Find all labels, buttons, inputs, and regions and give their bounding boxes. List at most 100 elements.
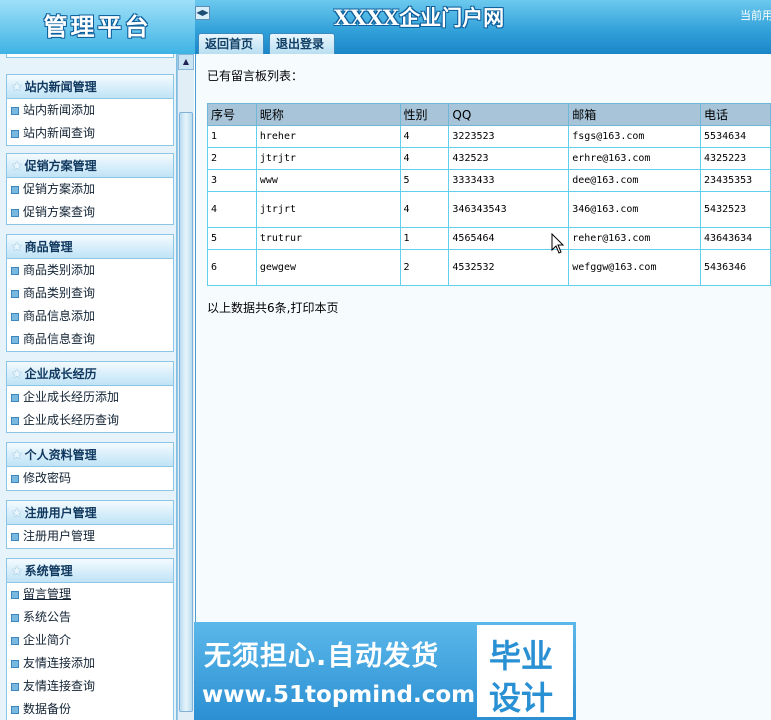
sidebar-item-messages[interactable]: 留言管理 <box>7 583 173 606</box>
print-page-link[interactable]: 打印本页 <box>290 301 338 315</box>
table-cell: 5 <box>399 169 450 192</box>
table-cell: jtrjtr <box>255 147 401 170</box>
star-icon: ★ <box>11 506 23 521</box>
sidebar-group-header[interactable]: ★ 企业成长经历 <box>7 362 173 386</box>
sidebar-group-news: ★ 站内新闻管理 站内新闻添加 站内新闻查询 <box>6 74 174 146</box>
table-cell: 4 <box>399 147 450 170</box>
column-header: 邮箱 <box>568 103 702 126</box>
bullet-icon <box>11 209 19 217</box>
sidebar-scrollbar[interactable]: ▲ <box>177 54 194 720</box>
table-cell: 4 <box>399 191 450 228</box>
table-cell: www <box>255 169 401 192</box>
sidebar-item-promotion-query[interactable]: 促销方案查询 <box>7 201 173 224</box>
watermark-slogan: 无须担心.自动发货 <box>204 641 440 672</box>
sidebar-item-product-add[interactable]: 商品信息添加 <box>7 305 173 328</box>
table-cell: 4325223 <box>700 147 771 170</box>
sidebar-item-category-add[interactable]: 商品类别添加 <box>7 259 173 282</box>
table-cell: 5432523 <box>700 191 771 228</box>
sidebar-group-system: ★ 系统管理 留言管理 系统公告 企业简介 友情连接添加 友情连接查询 数据备份 <box>6 558 174 720</box>
table-cell: 5534634 <box>700 125 771 148</box>
table-cell: hreher <box>255 125 401 148</box>
column-header: 序号 <box>207 103 257 126</box>
star-icon: ★ <box>11 80 23 95</box>
sidebar-group-users: ★ 注册用户管理 注册用户管理 <box>6 500 174 549</box>
table-cell: reher@163.com <box>568 227 702 250</box>
tab-logout[interactable]: 退出登录 <box>269 33 335 54</box>
bullet-icon <box>11 533 19 541</box>
table-cell: trutrur <box>255 227 401 250</box>
sidebar-item-link-query[interactable]: 友情连接查询 <box>7 675 173 698</box>
sidebar-group-header[interactable]: ★ 促销方案管理 <box>7 154 173 178</box>
bullet-icon <box>11 267 19 275</box>
bullet-icon <box>11 107 19 115</box>
sidebar-item-change-password[interactable]: 修改密码 <box>7 467 173 490</box>
table-row: 5 trutrur 1 4565464 reher@163.com 436436… <box>207 227 771 250</box>
table-cell: 23435353 <box>700 169 771 192</box>
sidebar-item-registered-users[interactable]: 注册用户管理 <box>7 525 173 548</box>
table-cell: 346343543 <box>448 191 570 228</box>
sidebar-item-history-query[interactable]: 企业成长经历查询 <box>7 409 173 432</box>
summary-text: 以上数据共6条,打印本页 <box>207 299 338 316</box>
table-row: 4 jtrjrt 4 346343543 346@163.com 5432523 <box>207 191 771 228</box>
sidebar-group-header[interactable]: ★ 系统管理 <box>7 559 173 583</box>
sidebar-toggle-button[interactable]: ◀▶ <box>195 6 210 20</box>
bullet-icon <box>11 313 19 321</box>
sidebar-item-announcements[interactable]: 系统公告 <box>7 606 173 629</box>
table-header-row: 序号 昵称 性别 QQ 邮箱 电话 <box>207 103 771 126</box>
summary-count: 以上数据共6条, <box>207 301 291 315</box>
bullet-icon <box>11 660 19 668</box>
sidebar-item-news-query[interactable]: 站内新闻查询 <box>7 122 173 145</box>
watermark-badge-line2: 设计 <box>489 679 554 717</box>
sidebar-group-header[interactable]: ★ 个人资料管理 <box>7 443 173 467</box>
table-cell: wefggw@163.com <box>568 249 702 286</box>
table-cell: 4 <box>207 191 257 228</box>
sidebar-item-previous[interactable] <box>7 54 173 57</box>
table-cell: 1 <box>207 125 257 148</box>
sidebar-item-backup[interactable]: 数据备份 <box>7 698 173 720</box>
table-cell: 3333433 <box>448 169 570 192</box>
sidebar-item-category-query[interactable]: 商品类别查询 <box>7 282 173 305</box>
sidebar-item-company-intro[interactable]: 企业简介 <box>7 629 173 652</box>
sidebar-item-promotion-add[interactable]: 促销方案添加 <box>7 178 173 201</box>
sidebar-group-header[interactable]: ★ 站内新闻管理 <box>7 75 173 99</box>
sidebar-group-previous <box>6 54 174 58</box>
star-icon: ★ <box>11 564 23 579</box>
sidebar-item-product-query[interactable]: 商品信息查询 <box>7 328 173 351</box>
table-cell: 2 <box>207 147 257 170</box>
tab-home[interactable]: 返回首页 <box>198 33 264 54</box>
table-cell: fsgs@163.com <box>568 125 702 148</box>
sidebar-item-link-add[interactable]: 友情连接添加 <box>7 652 173 675</box>
sidebar-item-news-add[interactable]: 站内新闻添加 <box>7 99 173 122</box>
scroll-thumb[interactable] <box>179 112 193 712</box>
star-icon: ★ <box>11 240 23 255</box>
message-table: 序号 昵称 性别 QQ 邮箱 电话 1 hreher 4 3223523 fsg… <box>207 103 771 286</box>
bullet-icon <box>11 637 19 645</box>
bullet-icon <box>11 683 19 691</box>
bullet-icon <box>11 394 19 402</box>
table-cell: dee@163.com <box>568 169 702 192</box>
sidebar-group-header[interactable]: ★ 商品管理 <box>7 235 173 259</box>
sidebar: ★ 站内新闻管理 站内新闻添加 站内新闻查询 ★ 促销方案管理 促销方案添加 促销方… <box>0 54 177 720</box>
bullet-icon <box>11 130 19 138</box>
table-cell: 3 <box>207 169 257 192</box>
table-cell: 3223523 <box>448 125 570 148</box>
sidebar-item-history-add[interactable]: 企业成长经历添加 <box>7 386 173 409</box>
bullet-icon <box>11 706 19 714</box>
column-header: 昵称 <box>255 103 401 126</box>
sidebar-group-promotion: ★ 促销方案管理 促销方案添加 促销方案查询 <box>6 153 174 225</box>
table-cell: 5436346 <box>700 249 771 286</box>
sidebar-group-profile: ★ 个人资料管理 修改密码 <box>6 442 174 491</box>
star-icon: ★ <box>11 448 23 463</box>
table-row: 3 www 5 3333433 dee@163.com 23435353 <box>207 169 771 192</box>
sidebar-group-header[interactable]: ★ 注册用户管理 <box>7 501 173 525</box>
watermark-badge-line1: 毕业 <box>489 637 554 675</box>
table-cell: 4 <box>399 125 450 148</box>
table-cell: gewgew <box>255 249 401 286</box>
main-content: 已有留言板列表： 序号 昵称 性别 QQ 邮箱 电话 1 hreher 4 32… <box>195 54 771 720</box>
table-cell: 6 <box>207 249 257 286</box>
table-cell: 346@163.com <box>568 191 702 228</box>
table-cell: 432523 <box>448 147 570 170</box>
star-icon: ★ <box>11 367 23 382</box>
scroll-up-arrow-icon[interactable]: ▲ <box>178 54 194 70</box>
mouse-pointer-icon <box>551 233 565 254</box>
